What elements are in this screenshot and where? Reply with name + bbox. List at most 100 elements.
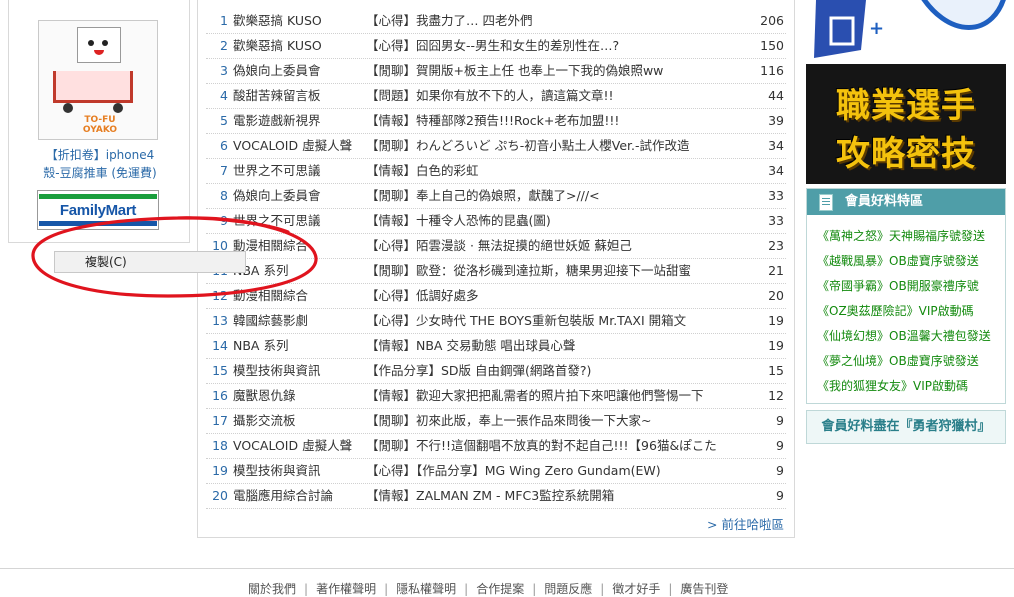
ranking-topic-link[interactable]: 【閒聊】奉上自己的偽娘照，獻醜了>///<: [366, 184, 746, 208]
member-perk-desc[interactable]: OB溫馨大禮包發送: [889, 329, 991, 343]
ranking-row[interactable]: 8 偽娘向上委員會 【閒聊】奉上自己的偽娘照，獻醜了>///< 33: [206, 184, 786, 209]
ranking-row[interactable]: 18 VOCALOID 虛擬人聲 【閒聊】不行!!這個翻唱不放真的對不起自己!!!【…: [206, 434, 786, 459]
ranking-row[interactable]: 1 歡樂惡搞 KUSO 【心得】我盡力了… 四老外們 206: [206, 9, 786, 34]
ranking-row[interactable]: 2 歡樂惡搞 KUSO 【心得】囧囧男女--男生和女生的差別性在…? 150: [206, 34, 786, 59]
member-perk-item[interactable]: 《我的狐狸女友》VIP啟動碼: [817, 374, 1005, 399]
ranking-row[interactable]: 15 模型技術與資訊 【作品分享】SD版 自由鋼彈(網路首發?) 15: [206, 359, 786, 384]
member-perk-game[interactable]: 《萬神之怒》: [817, 229, 889, 243]
ranking-board-link[interactable]: 韓國綜藝影劇: [233, 309, 361, 333]
ranking-topic-link[interactable]: 【心得】【作品分享】MG Wing Zero Gundam(EW): [366, 459, 746, 483]
ranking-board-link[interactable]: 攝影交流板: [233, 409, 361, 433]
ranking-board-link[interactable]: 歡樂惡搞 KUSO: [233, 9, 361, 33]
member-perk-item[interactable]: 《萬神之怒》天神賜福序號發送: [817, 224, 1005, 249]
ranking-board-link[interactable]: NBA 系列: [233, 259, 361, 283]
ranking-topic-link[interactable]: 【心得】囧囧男女--男生和女生的差別性在…?: [366, 34, 746, 58]
pro-player-banner-ad[interactable]: 職業選手 攻略密技: [806, 64, 1006, 184]
ranking-topic-link[interactable]: 【情報】十種令人恐怖的昆蟲(圖): [366, 209, 746, 233]
ranking-row[interactable]: 12 動漫相關綜合 【心得】低調好處多 20: [206, 284, 786, 309]
ad-caption-line2[interactable]: 殼-豆腐推車 (免運費): [19, 164, 181, 182]
footer-link[interactable]: 著作權聲明: [316, 582, 376, 596]
ranking-row[interactable]: 6 VOCALOID 虛擬人聲 【閒聊】わんどろいど ぷち-初音小點土人櫻Ver.-…: [206, 134, 786, 159]
ranking-board-link[interactable]: 模型技術與資訊: [233, 359, 361, 383]
ranking-board-link[interactable]: 動漫相關綜合: [233, 234, 361, 258]
member-perk-item[interactable]: 《仙境幻想》OB溫馨大禮包發送: [817, 324, 1005, 349]
ad-caption-line1[interactable]: 【折扣卷】iphone4: [19, 146, 181, 164]
ranking-topic-link[interactable]: 【問題】如果你有放不下的人，讀這篇文章!!: [366, 84, 746, 108]
ranking-board-link[interactable]: 偽娘向上委員會: [233, 184, 361, 208]
ranking-board-link[interactable]: 酸甜苦辣留言板: [233, 84, 361, 108]
ranking-topic-link[interactable]: 【閒聊】わんどろいど ぷち-初音小點土人櫻Ver.-試作改造: [366, 134, 746, 158]
ranking-topic-link[interactable]: 【閒聊】初來此版，奉上一張作品來問後一下大家~: [366, 409, 746, 433]
ranking-board-link[interactable]: 歡樂惡搞 KUSO: [233, 34, 361, 58]
tofu-cart-ad-image[interactable]: TO-FU OYAKO: [38, 20, 158, 140]
familymart-logo[interactable]: FamilyMart: [37, 190, 159, 230]
member-perk-desc[interactable]: OB虛寶序號發送: [889, 354, 979, 368]
ranking-row[interactable]: 3 偽娘向上委員會 【閒聊】賀開版+板主上任 也奉上一下我的偽娘照ww 116: [206, 59, 786, 84]
member-perk-desc[interactable]: 天神賜福序號發送: [889, 229, 985, 243]
member-perks-more-link[interactable]: 會員好料盡在『勇者狩獵村』: [806, 410, 1006, 444]
ranking-row[interactable]: 20 電腦應用綜合討論 【情報】ZALMAN ZM - MFC3監控系統開箱 9: [206, 484, 786, 509]
member-perk-item[interactable]: 《OZ奧茲歷險記》VIP啟動碼: [817, 299, 1005, 324]
ranking-topic-link[interactable]: 【情報】NBA 交易動態 唱出球員心聲: [366, 334, 746, 358]
ranking-board-link[interactable]: VOCALOID 虛擬人聲: [233, 434, 361, 458]
more-forum-link[interactable]: > 前往哈啦區: [707, 514, 784, 533]
ranking-board-link[interactable]: 電腦應用綜合討論: [233, 484, 361, 508]
member-perk-item[interactable]: 《越戰風暴》OB虛寶序號發送: [817, 249, 1005, 274]
ranking-board-link[interactable]: 魔獸恩仇錄: [233, 384, 361, 408]
ranking-row[interactable]: 5 電影遊戲新視界 【情報】特種部隊2預告!!!Rock+老布加盟!!! 39: [206, 109, 786, 134]
top-right-ad[interactable]: +: [806, 0, 1006, 60]
ranking-row[interactable]: 19 模型技術與資訊 【心得】【作品分享】MG Wing Zero Gundam(E…: [206, 459, 786, 484]
ranking-row[interactable]: 16 魔獸恩仇錄 【情報】歡迎大家把把亂需者的照片拍下來吧讓他們警惕一下 12: [206, 384, 786, 409]
member-perk-game[interactable]: 《帝國爭霸》: [817, 279, 889, 293]
member-perk-item[interactable]: 《夢之仙境》OB虛寶序號發送: [817, 349, 1005, 374]
ranking-topic-link[interactable]: 【情報】ZALMAN ZM - MFC3監控系統開箱: [366, 484, 746, 508]
ranking-board-link[interactable]: 偽娘向上委員會: [233, 59, 361, 83]
ranking-topic-link[interactable]: 【閒聊】賀開版+板主上任 也奉上一下我的偽娘照ww: [366, 59, 746, 83]
footer-link[interactable]: 關於我們: [248, 582, 296, 596]
footer-link[interactable]: 隱私權聲明: [396, 582, 456, 596]
ranking-board-link[interactable]: 模型技術與資訊: [233, 459, 361, 483]
member-perk-item[interactable]: 《帝國爭霸》OB開服豪禮序號: [817, 274, 1005, 299]
ranking-row[interactable]: 4 酸甜苦辣留言板 【問題】如果你有放不下的人，讀這篇文章!! 44: [206, 84, 786, 109]
ranking-row[interactable]: 9 世界之不可思議 【情報】十種令人恐怖的昆蟲(圖) 33: [206, 209, 786, 234]
ranking-topic-link[interactable]: 【閒聊】不行!!這個翻唱不放真的對不起自己!!!【96猫&ぽこた: [366, 434, 746, 458]
ranking-row[interactable]: 13 韓國綜藝影劇 【心得】少女時代 THE BOYS重新包裝版 Mr.TAXI 開…: [206, 309, 786, 334]
ranking-board-link[interactable]: 電影遊戲新視界: [233, 109, 361, 133]
ranking-topic-link[interactable]: 【心得】少女時代 THE BOYS重新包裝版 Mr.TAXI 開箱文: [366, 309, 746, 333]
ranking-board-link[interactable]: 世界之不可思議: [233, 209, 361, 233]
ranking-board-link[interactable]: NBA 系列: [233, 334, 361, 358]
ranking-row[interactable]: 14 NBA 系列 【情報】NBA 交易動態 唱出球員心聲 19: [206, 334, 786, 359]
footer-link[interactable]: 問題反應: [544, 582, 592, 596]
ranking-topic-link[interactable]: 【情報】白色的彩虹: [366, 159, 746, 183]
footer-link[interactable]: 合作提案: [476, 582, 524, 596]
ranking-topic-link[interactable]: 【情報】歡迎大家把把亂需者的照片拍下來吧讓他們警惕一下: [366, 384, 746, 408]
footer-link[interactable]: 廣告刊登: [680, 582, 728, 596]
context-menu-copy[interactable]: 複製(C): [55, 252, 245, 272]
ranking-number: 3: [220, 63, 228, 78]
ranking-row[interactable]: 7 世界之不可思議 【情報】白色的彩虹 34: [206, 159, 786, 184]
ranking-board-link[interactable]: 動漫相關綜合: [233, 284, 361, 308]
member-perk-game[interactable]: 《仙境幻想》: [817, 329, 889, 343]
member-perk-game[interactable]: 《我的狐狸女友》: [817, 379, 913, 393]
member-perk-game[interactable]: 《越戰風暴》: [817, 254, 889, 268]
ranking-topic-link[interactable]: 【閒聊】歐登：從洛杉磯到達拉斯，糖果男迎接下一站甜蜜: [366, 259, 746, 283]
ranking-row[interactable]: 10 動漫相關綜合 【心得】陌雲漫談 · 無法捉摸的絕世妖姬 蘇妲己 23: [206, 234, 786, 259]
ranking-topic-link[interactable]: 【心得】低調好處多: [366, 284, 746, 308]
member-perk-game[interactable]: 《夢之仙境》: [817, 354, 889, 368]
ranking-reply-count: 34: [768, 163, 784, 178]
member-perk-game[interactable]: 《OZ奧茲歷險記》: [817, 304, 919, 318]
member-perk-desc[interactable]: VIP啟動碼: [913, 379, 968, 393]
ranking-topic-link[interactable]: 【作品分享】SD版 自由鋼彈(網路首發?): [366, 359, 746, 383]
ranking-board-link[interactable]: VOCALOID 虛擬人聲: [233, 134, 361, 158]
footer-link[interactable]: 徵才好手: [612, 582, 660, 596]
ranking-row[interactable]: 17 攝影交流板 【閒聊】初來此版，奉上一張作品來問後一下大家~ 9: [206, 409, 786, 434]
ranking-board-link[interactable]: 世界之不可思議: [233, 159, 361, 183]
member-perk-desc[interactable]: OB虛寶序號發送: [889, 254, 979, 268]
member-perk-desc[interactable]: OB開服豪禮序號: [889, 279, 979, 293]
ranking-topic-link[interactable]: 【心得】陌雲漫談 · 無法捉摸的絕世妖姬 蘇妲己: [366, 234, 746, 258]
member-perk-desc[interactable]: VIP啟動碼: [919, 304, 974, 318]
ranking-topic-link[interactable]: 【情報】特種部隊2預告!!!Rock+老布加盟!!!: [366, 109, 746, 133]
ranking-row[interactable]: 11NBA 系列【閒聊】歐登：從洛杉磯到達拉斯，糖果男迎接下一站甜蜜21: [206, 259, 786, 284]
ad-caption-link[interactable]: 【折扣卷】iphone4 殼-豆腐推車 (免運費): [19, 146, 181, 182]
ranking-topic-link[interactable]: 【心得】我盡力了… 四老外們: [366, 9, 746, 33]
